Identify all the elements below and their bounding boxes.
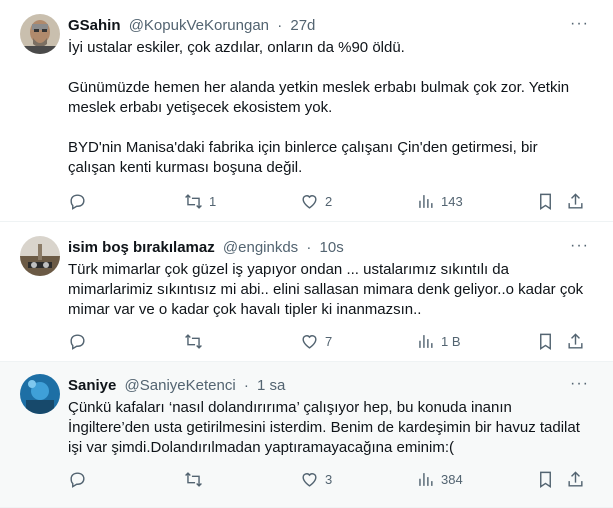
retweet-icon bbox=[185, 333, 202, 349]
avatar[interactable] bbox=[20, 374, 60, 414]
share-icon bbox=[568, 192, 583, 209]
bookmark-icon bbox=[540, 333, 551, 350]
more-options-icon[interactable]: ··· bbox=[570, 237, 589, 255]
share-button[interactable] bbox=[566, 186, 585, 216]
tweet-paragraph: Türk mimarlar çok güzel iş yapıyor ondan… bbox=[68, 261, 584, 318]
reply-icon bbox=[70, 333, 85, 350]
bookmark-button[interactable] bbox=[536, 464, 555, 494]
tweet[interactable]: isim boş bırakılamaz @enginkds · 10s ···… bbox=[0, 222, 613, 362]
views-button[interactable]: 143 bbox=[416, 186, 463, 216]
action-bar: 7 1 B bbox=[60, 326, 595, 356]
like-button[interactable]: 3 bbox=[300, 464, 332, 494]
views-button[interactable]: 1 B bbox=[416, 326, 461, 356]
retweet-icon bbox=[185, 193, 202, 209]
handle[interactable]: @KopukVeKorungan bbox=[129, 17, 269, 34]
reply-button[interactable] bbox=[68, 464, 93, 494]
view-count: 143 bbox=[441, 193, 463, 209]
like-button[interactable]: 2 bbox=[300, 186, 332, 216]
retweet-button[interactable] bbox=[184, 326, 209, 356]
bookmark-icon bbox=[540, 193, 551, 210]
display-name[interactable]: isim boş bırakılamaz bbox=[68, 239, 215, 256]
like-count: 2 bbox=[325, 193, 333, 209]
separator: · bbox=[277, 17, 283, 34]
tweet[interactable]: Saniye @SaniyeKetenci · 1 sa ··· Çünkü k… bbox=[0, 362, 613, 508]
heart-icon bbox=[302, 194, 317, 209]
share-icon bbox=[568, 470, 583, 487]
display-name[interactable]: Saniye bbox=[68, 377, 116, 394]
reply-button[interactable] bbox=[68, 186, 93, 216]
view-count: 1 B bbox=[441, 333, 461, 349]
timestamp[interactable]: 1 sa bbox=[257, 377, 285, 394]
handle[interactable]: @SaniyeKetenci bbox=[125, 377, 236, 394]
retweet-button[interactable] bbox=[184, 464, 209, 494]
views-icon bbox=[419, 334, 433, 348]
avatar[interactable] bbox=[20, 14, 60, 54]
reply-feed: GSahin @KopukVeKorungan · 27d ··· İyi us… bbox=[0, 0, 613, 508]
tweet-header: GSahin @KopukVeKorungan · 27d bbox=[68, 16, 573, 36]
share-icon bbox=[568, 332, 583, 349]
tweet-text: İyi ustalar eskiler, çok azdılar, onları… bbox=[68, 38, 588, 178]
tweet-header: isim boş bırakılamaz @enginkds · 10s bbox=[68, 238, 573, 258]
tweet-paragraph: BYD'nin Manisa'daki fabrika için binlerc… bbox=[68, 139, 538, 176]
bookmark-button[interactable] bbox=[536, 326, 555, 356]
separator: · bbox=[306, 239, 312, 256]
views-icon bbox=[419, 194, 433, 208]
timestamp[interactable]: 27d bbox=[290, 17, 315, 34]
avatar[interactable] bbox=[20, 236, 60, 276]
reply-icon bbox=[70, 193, 85, 210]
tweet-paragraph: Çünkü kafaları ‘nasıl dolandırırıma’ çal… bbox=[68, 399, 580, 456]
tweet-paragraph: Günümüzde hemen her alanda yetkin meslek… bbox=[68, 79, 570, 116]
view-count: 384 bbox=[441, 471, 463, 487]
like-count: 7 bbox=[325, 333, 333, 349]
heart-icon bbox=[302, 472, 317, 487]
more-options-icon[interactable]: ··· bbox=[570, 15, 589, 33]
timestamp[interactable]: 10s bbox=[320, 239, 344, 256]
retweet-count: 1 bbox=[209, 193, 217, 209]
tweet[interactable]: GSahin @KopukVeKorungan · 27d ··· İyi us… bbox=[0, 0, 613, 222]
retweet-icon bbox=[185, 471, 202, 487]
views-icon bbox=[419, 472, 433, 486]
tweet-text: Çünkü kafaları ‘nasıl dolandırırıma’ çal… bbox=[68, 398, 588, 458]
handle[interactable]: @enginkds bbox=[223, 239, 298, 256]
display-name[interactable]: GSahin bbox=[68, 17, 121, 34]
separator: · bbox=[243, 377, 249, 394]
bookmark-button[interactable] bbox=[536, 186, 555, 216]
like-count: 3 bbox=[325, 471, 333, 487]
reply-icon bbox=[70, 471, 85, 488]
tweet-paragraph: İyi ustalar eskiler, çok azdılar, onları… bbox=[68, 39, 405, 56]
action-bar: 3 384 bbox=[60, 464, 595, 494]
bookmark-icon bbox=[540, 471, 551, 488]
heart-icon bbox=[302, 334, 317, 349]
tweet-text: Türk mimarlar çok güzel iş yapıyor ondan… bbox=[68, 260, 588, 320]
action-bar: 1 2 143 bbox=[60, 186, 595, 216]
retweet-button[interactable]: 1 bbox=[184, 186, 216, 216]
share-button[interactable] bbox=[566, 464, 585, 494]
views-button[interactable]: 384 bbox=[416, 464, 463, 494]
share-button[interactable] bbox=[566, 326, 585, 356]
like-button[interactable]: 7 bbox=[300, 326, 332, 356]
tweet-header: Saniye @SaniyeKetenci · 1 sa bbox=[68, 376, 573, 396]
more-options-icon[interactable]: ··· bbox=[570, 375, 589, 393]
reply-button[interactable] bbox=[68, 326, 93, 356]
